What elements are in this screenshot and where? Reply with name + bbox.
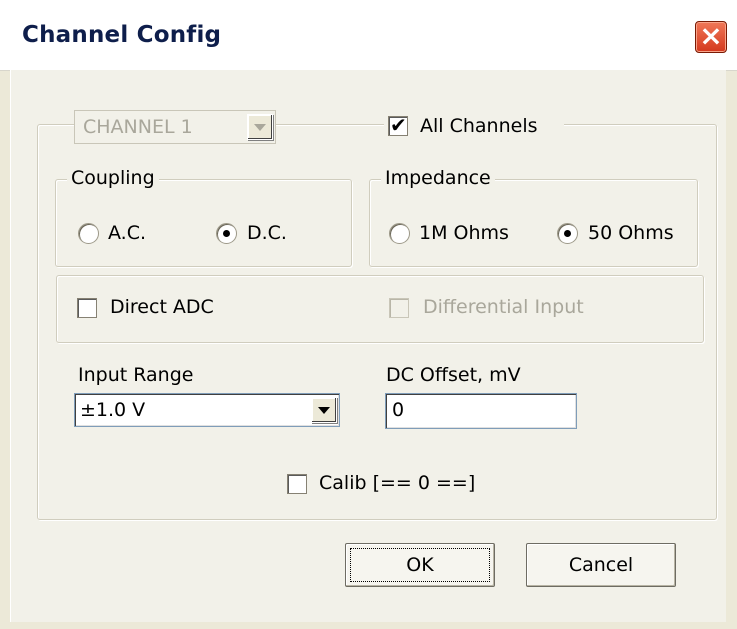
radio-ac-label[interactable]: A.C. — [108, 222, 146, 244]
cancel-button[interactable]: Cancel — [526, 543, 676, 587]
chevron-down-icon[interactable] — [247, 114, 273, 140]
impedance-label: Impedance — [381, 167, 495, 189]
dc-offset-input[interactable]: 0 — [385, 393, 577, 429]
close-button[interactable]: × — [695, 19, 727, 53]
dc-offset-label: DC Offset, mV — [386, 364, 521, 386]
input-range-value: ±1.0 V — [80, 399, 146, 421]
title-bar[interactable]: Channel Config × — [0, 0, 737, 71]
calib-label[interactable]: Calib [== 0 ==] — [319, 472, 475, 494]
radio-dc-label[interactable]: D.C. — [247, 222, 287, 244]
window-title: Channel Config — [22, 22, 222, 48]
cancel-button-label: Cancel — [568, 554, 634, 576]
calib-checkbox[interactable] — [287, 474, 307, 494]
direct-adc-label[interactable]: Direct ADC — [110, 296, 214, 318]
ok-button-label: OK — [406, 554, 434, 576]
input-range-label: Input Range — [78, 364, 194, 386]
radio-50-ohms-label[interactable]: 50 Ohms — [588, 222, 674, 244]
radio-1m-ohms-label[interactable]: 1M Ohms — [419, 222, 509, 244]
channel-select[interactable]: CHANNEL 1 — [74, 110, 276, 144]
coupling-label: Coupling — [67, 167, 159, 189]
channel-select-value: CHANNEL 1 — [83, 116, 193, 138]
check-icon[interactable] — [388, 113, 408, 137]
dc-offset-value: 0 — [392, 399, 405, 421]
radio-1m-ohms[interactable] — [389, 223, 410, 244]
coupling-group — [55, 179, 352, 267]
chevron-down-icon[interactable] — [311, 397, 337, 423]
differential-input-checkbox[interactable] — [389, 298, 409, 318]
input-range-select[interactable]: ±1.0 V — [74, 393, 340, 427]
radio-50-ohms[interactable] — [557, 223, 578, 244]
radio-dc[interactable] — [216, 223, 237, 244]
ok-button[interactable]: OK — [345, 543, 495, 587]
differential-input-label[interactable]: Differential Input — [423, 296, 584, 318]
radio-ac[interactable] — [78, 223, 99, 244]
close-icon: × — [699, 19, 723, 52]
all-channels-label: All Channels — [420, 115, 538, 137]
direct-adc-checkbox[interactable] — [77, 298, 97, 318]
all-channels-checkbox[interactable]: All Channels — [384, 110, 564, 142]
